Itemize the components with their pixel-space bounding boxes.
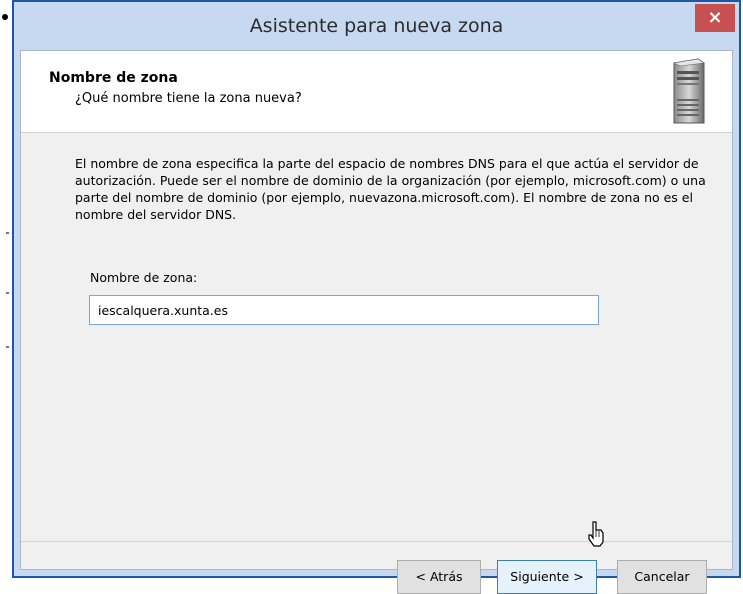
header-subtitle: ¿Qué nombre tiene la zona nueva? <box>75 91 302 106</box>
back-button[interactable]: < Atrás <box>397 560 481 594</box>
edge-mark <box>6 292 9 294</box>
next-button[interactable]: Siguiente > <box>497 560 597 594</box>
window-title: Asistente para nueva zona <box>249 15 504 37</box>
title-bar[interactable]: Asistente para nueva zona × <box>14 2 739 50</box>
wizard-content: Nombre de zona ¿Qué nombre tiene la zona… <box>20 50 733 594</box>
zone-name-label: Nombre de zona: <box>90 270 198 285</box>
wizard-body: El nombre de zona especifica la parte de… <box>21 133 732 541</box>
mouse-pointer-icon <box>588 521 604 547</box>
cancel-button[interactable]: Cancelar <box>617 560 707 594</box>
new-zone-wizard-dialog: Asistente para nueva zona × Nombre de zo… <box>12 0 741 594</box>
zone-description: El nombre de zona especifica la parte de… <box>75 156 706 222</box>
page-bullet <box>2 14 8 20</box>
header-title: Nombre de zona <box>49 70 178 86</box>
wizard-header: Nombre de zona ¿Qué nombre tiene la zona… <box>21 51 732 133</box>
edge-mark <box>6 232 9 234</box>
edge-mark <box>6 346 9 348</box>
server-icon <box>673 58 705 124</box>
zone-name-input[interactable] <box>89 295 599 325</box>
wizard-footer: < Atrás Siguiente > Cancelar <box>21 541 732 594</box>
close-button[interactable]: × <box>695 4 735 32</box>
